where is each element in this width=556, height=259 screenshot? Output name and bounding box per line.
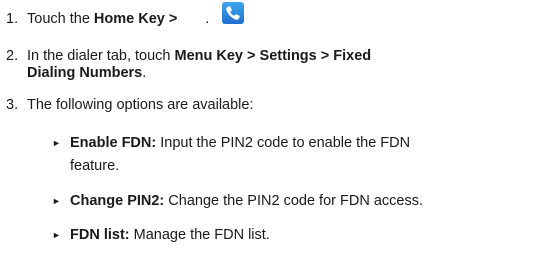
step-number: 1. <box>6 11 19 27</box>
step-number: 3. <box>6 97 19 113</box>
option-text: Enable FDN: Input the PIN2 code to enabl… <box>70 135 411 151</box>
step-text: Dialing Numbers. <box>27 65 147 81</box>
step-text: Touch the Home Key >. <box>27 11 210 27</box>
bullet-icon: ► <box>52 138 61 148</box>
fdn-instructions: 1. Touch the Home Key >. 2. In the diale… <box>0 0 556 259</box>
step-text: In the dialer tab, touch Menu Key > Sett… <box>27 48 372 64</box>
phone-dialer-icon <box>222 2 244 24</box>
option-text: feature. <box>70 158 120 174</box>
step-text: The following options are available: <box>27 97 254 113</box>
step-number: 2. <box>6 48 19 64</box>
bullet-icon: ► <box>52 196 61 206</box>
option-text: Change PIN2: Change the PIN2 code for FD… <box>70 193 423 209</box>
option-text: FDN list: Manage the FDN list. <box>70 227 270 243</box>
bullet-icon: ► <box>52 230 61 240</box>
